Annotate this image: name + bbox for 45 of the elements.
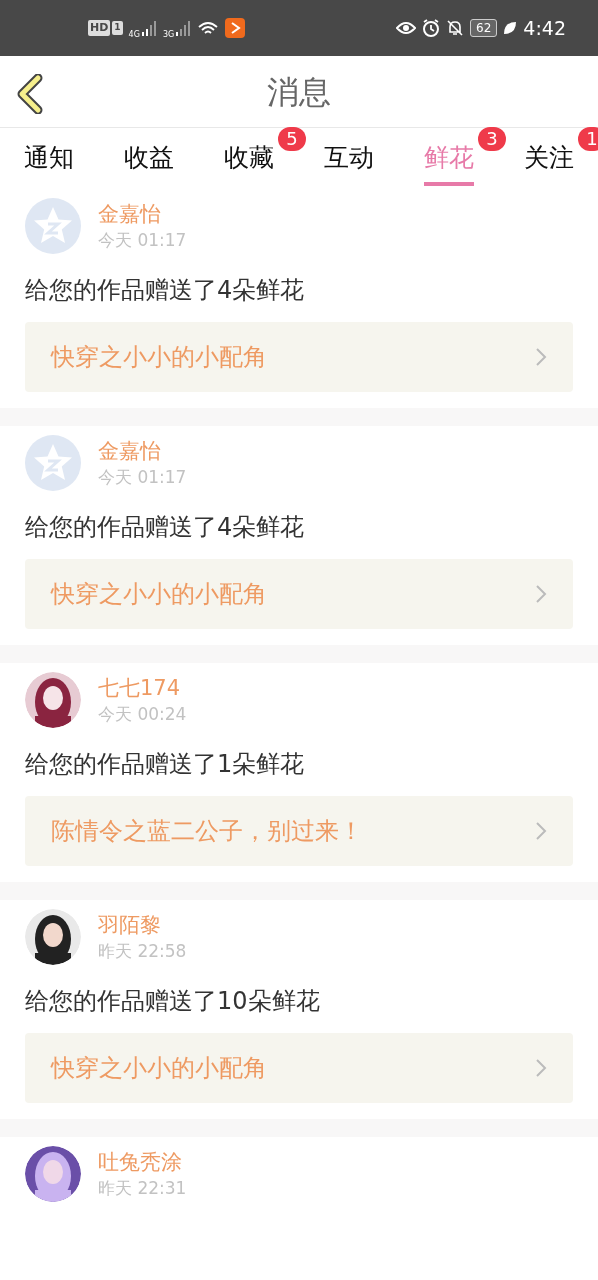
message-time: 今天 01:17: [98, 466, 187, 489]
default-avatar-icon: [25, 198, 81, 254]
sender-name[interactable]: 羽陌黎: [98, 911, 187, 939]
sender-name[interactable]: 金嘉怡: [98, 437, 187, 465]
book-link[interactable]: 快穿之小小的小配角: [25, 322, 573, 392]
tab[interactable]: 收益: [124, 130, 174, 187]
chevron-right-icon: [535, 821, 547, 841]
sender-name[interactable]: 吐兔秃涂: [98, 1148, 187, 1176]
hd-label: HD: [88, 19, 111, 37]
message-time: 今天 01:17: [98, 229, 187, 252]
signal-icon: [175, 20, 192, 36]
message-text: 给您的作品赠送了4朵鲜花: [25, 275, 306, 306]
count-badge: 5: [278, 126, 306, 151]
tab[interactable]: 互动: [324, 130, 374, 187]
message-time: 今天 00:24: [98, 703, 187, 726]
tab[interactable]: 通知: [24, 130, 74, 187]
wifi-icon: [197, 20, 220, 36]
book-link[interactable]: 快穿之小小的小配角: [25, 559, 573, 629]
page-title: 消息: [267, 71, 331, 113]
count-badge: 1: [578, 126, 598, 151]
default-avatar-icon: [25, 435, 81, 491]
muted-bell-icon: [446, 19, 465, 37]
sender-name[interactable]: 七七174: [98, 674, 187, 702]
network-label: 3G: [162, 29, 175, 41]
message-text: 给您的作品赠送了10朵鲜花: [25, 986, 321, 1017]
message-time: 昨天 22:58: [98, 940, 187, 963]
network-label: 4G: [128, 29, 140, 41]
sim-label: 1: [112, 21, 123, 35]
app-notification-icon: [225, 18, 246, 38]
leaf-icon: [503, 21, 518, 35]
chevron-right-icon: [535, 584, 547, 604]
sender-name[interactable]: 金嘉怡: [98, 200, 187, 228]
eye-icon: [396, 20, 417, 36]
clock-time: 4:42: [523, 15, 566, 41]
message-time: 昨天 22:31: [98, 1177, 187, 1200]
book-link[interactable]: 快穿之小小的小配角: [25, 1033, 573, 1103]
book-link[interactable]: 陈情令之蓝二公子，别过来！: [25, 796, 573, 866]
message-text: 给您的作品赠送了1朵鲜花: [25, 749, 306, 780]
chevron-right-icon: [535, 347, 547, 367]
battery-indicator: 62: [470, 19, 498, 37]
alarm-icon: [422, 19, 441, 37]
chevron-right-icon: [535, 1058, 547, 1078]
count-badge: 3: [478, 126, 506, 151]
signal-icon: [140, 20, 157, 36]
message-text: 给您的作品赠送了4朵鲜花: [25, 512, 306, 543]
